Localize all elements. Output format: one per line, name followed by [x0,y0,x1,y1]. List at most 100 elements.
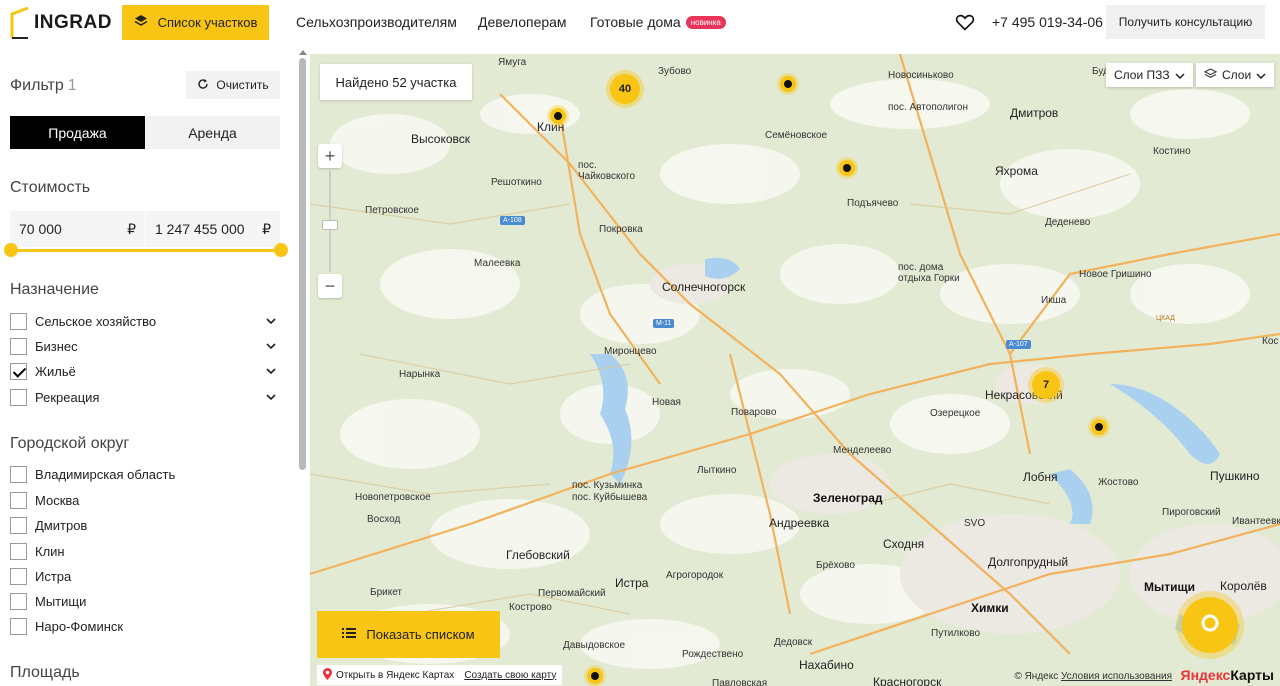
district-item[interactable]: Наро-Фоминск [10,616,276,636]
cluster-marker[interactable]: 7 [1032,371,1060,399]
place-label: Зубово [658,66,692,77]
checkbox[interactable] [10,337,27,355]
clear-filter-button[interactable]: Очистить [186,71,280,99]
tab-rent[interactable]: Аренда [145,116,280,149]
place-label: Нахабино [799,658,854,672]
cost-title: Стоимость [10,179,91,196]
favorites-heart-icon[interactable] [955,12,975,32]
checkbox[interactable] [10,312,27,330]
place-label: Дмитров [1010,106,1059,120]
place-label: SVO [964,518,986,529]
phone-number[interactable]: +7 495 019-34-06 [992,14,1103,30]
plot-marker[interactable] [587,668,603,684]
chevron-down-icon[interactable] [266,316,276,326]
map-background [310,54,1280,686]
scroll-up-arrow-icon[interactable] [299,50,307,55]
price-max-value: 1 247 455 000 [155,221,245,237]
checkbox[interactable] [10,491,27,509]
district-item[interactable]: Дмитров [10,515,276,535]
create-map-link[interactable]: Создать свою карту [464,670,556,681]
place-label: Пушкино [1210,469,1260,483]
checkbox[interactable] [10,542,27,560]
chevron-down-icon[interactable] [266,366,276,376]
place-label: пос. Куйбышева [572,492,648,503]
place-label: Дедовск [774,637,813,648]
price-slider-max-thumb[interactable] [274,243,288,257]
checkbox[interactable] [10,617,27,635]
terms-link[interactable]: Условия использования [1061,671,1172,682]
road-label: А-107 [1006,340,1031,349]
cluster-marker[interactable]: 40 [610,74,640,104]
district-item[interactable]: Клин [10,541,276,561]
place-label: Зеленоград [813,491,883,505]
zoom-slider[interactable] [322,170,338,272]
nav-developers[interactable]: Девелоперам [478,14,567,30]
checkbox[interactable] [10,567,27,585]
place-label: Решоткино [491,177,542,188]
plots-list-label: Список участков [157,15,258,30]
pzz-layers-button[interactable]: Слои ПЗЗ [1106,63,1193,87]
district-label: Наро-Фоминск [35,618,124,634]
place-label: Петровское [365,205,419,216]
map[interactable]: Ямуга Зубово Новосинько­во пос. Автополи… [310,54,1280,686]
place-label: Брикет [370,587,403,598]
refresh-icon [197,78,209,93]
plot-marker[interactable] [839,160,855,176]
yandex-maps-logo[interactable]: ЯндексКарты [1181,667,1275,683]
layers-button[interactable]: Слои [1196,63,1275,87]
nav-farmers[interactable]: Сельхозпроизводителям [296,14,457,30]
plot-marker[interactable] [780,76,796,92]
district-item[interactable]: Истра [10,566,276,586]
place-label: пос. дома отдыха Горки [898,262,960,284]
district-title: Городской округ [10,435,130,452]
checkbox[interactable] [10,592,27,610]
road-label: М-11 [653,319,675,328]
road-label: ЦКАД [1156,315,1175,322]
filter-sidebar: Фильтр 1 Очистить Продажа Аренда Стоимост… [0,46,310,686]
plot-marker[interactable] [1091,419,1107,435]
consultation-button[interactable]: Получить консультацию [1106,5,1265,39]
checkbox-checked[interactable] [10,362,27,380]
purpose-label: Сельское хозяйство [35,313,157,329]
purpose-recreation[interactable]: Рекреация [10,387,276,407]
plot-marker[interactable] [550,108,566,124]
place-label: Долгопрудный [988,555,1069,569]
place-label: Солнечногорск [662,280,746,294]
nav-ready-houses[interactable]: Готовые дома новинка [590,14,726,30]
open-yandex-link[interactable]: Открыть в Яндекс Картах [323,667,454,683]
show-list-button[interactable]: Показать списком [317,611,500,658]
logo-text: INGRAD [34,12,112,33]
purpose-agriculture[interactable]: Сельское хозяйство [10,311,276,331]
place-label: Подъячево [847,198,899,209]
tab-sale[interactable]: Продажа [10,116,145,149]
new-badge: новинка [685,16,726,29]
price-max-input[interactable]: 1 247 455 000 ₽ [146,211,280,247]
logo[interactable]: INGRAD [10,5,111,41]
checkbox[interactable] [10,465,27,483]
sidebar-scrollbar[interactable] [299,58,306,470]
chevron-down-icon[interactable] [266,341,276,351]
zoom-out-button[interactable]: − [318,274,342,298]
purpose-business[interactable]: Бизнес [10,336,276,356]
place-label: Рождествено [682,649,744,660]
place-label: Менделеево [833,445,892,456]
price-slider-track[interactable] [10,249,282,252]
checkbox[interactable] [10,516,27,534]
purpose-housing[interactable]: Жильё [10,361,276,381]
zoom-slider-handle[interactable] [322,220,338,230]
zoom-in-button[interactable]: + [318,144,342,168]
place-label: пос. Автополигон [888,102,969,113]
price-min-input[interactable]: 70 000 ₽ [10,211,145,247]
map-copyright: © Яндекс Условия использования [1014,671,1172,682]
copyright-text: © Яндекс [1014,671,1059,682]
plots-list-button[interactable]: Список участков [122,5,269,40]
price-slider-min-thumb[interactable] [4,243,18,257]
district-item[interactable]: Владимирская область [10,464,276,484]
place-label: Пироговский [1162,507,1221,518]
chat-button[interactable] [1182,597,1238,653]
district-item[interactable]: Москва [10,490,276,510]
chevron-down-icon[interactable] [266,392,276,402]
district-item[interactable]: Мытищи [10,591,276,611]
checkbox[interactable] [10,388,27,406]
district-label: Истра [35,568,72,584]
